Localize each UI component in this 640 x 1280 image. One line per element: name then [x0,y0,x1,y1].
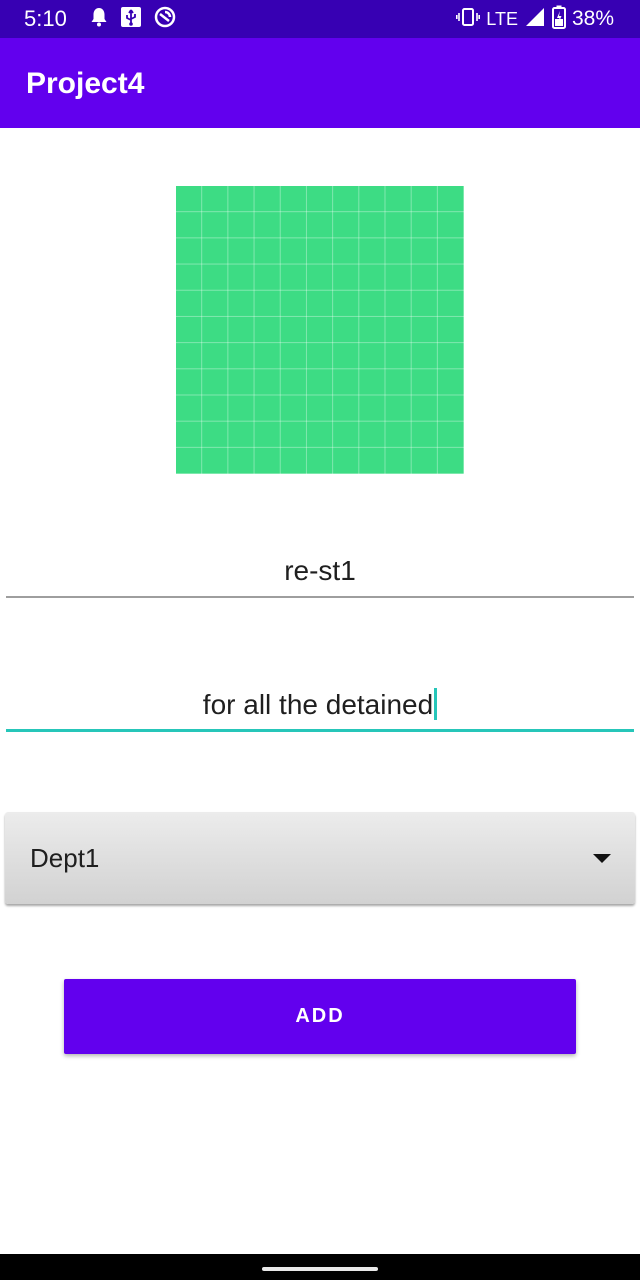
department-selected-value: Dept1 [30,843,100,873]
text-cursor [434,688,438,720]
usb-icon [120,6,142,33]
app-title: Project4 [26,67,145,100]
dropdown-arrow-icon [593,854,611,863]
signal-icon [524,6,546,33]
green-grid-placeholder-icon[interactable] [176,186,464,474]
name-field-underline [6,596,634,598]
home-gesture-handle[interactable] [262,1267,378,1271]
add-button[interactable]: ADD [64,979,576,1054]
battery-icon [551,5,566,34]
status-bar: 5:10 LTE 38% [0,0,640,38]
notification-bell-icon [90,7,108,32]
app-bar: Project4 [0,38,640,128]
name-field[interactable]: re-st1 [6,536,634,598]
description-field-value: for all the detained [202,689,434,720]
status-icons-left [90,6,176,33]
description-field-underline [6,729,634,732]
name-field-value: re-st1 [284,555,356,586]
screen: 5:10 LTE 38% Project4 re-st1 for all the… [0,0,640,1280]
description-field[interactable]: for all the detained [6,670,634,732]
status-icons-right: LTE 38% [456,5,614,33]
status-network: LTE [486,9,518,29]
vibrate-icon [456,7,481,32]
sync-icon [154,6,176,33]
department-dropdown[interactable]: Dept1 [5,812,635,904]
status-time: 5:10 [24,6,67,31]
status-battery: 38% [571,7,614,30]
description-field-value-wrap: for all the detained [6,688,634,722]
navigation-bar [0,1254,640,1280]
